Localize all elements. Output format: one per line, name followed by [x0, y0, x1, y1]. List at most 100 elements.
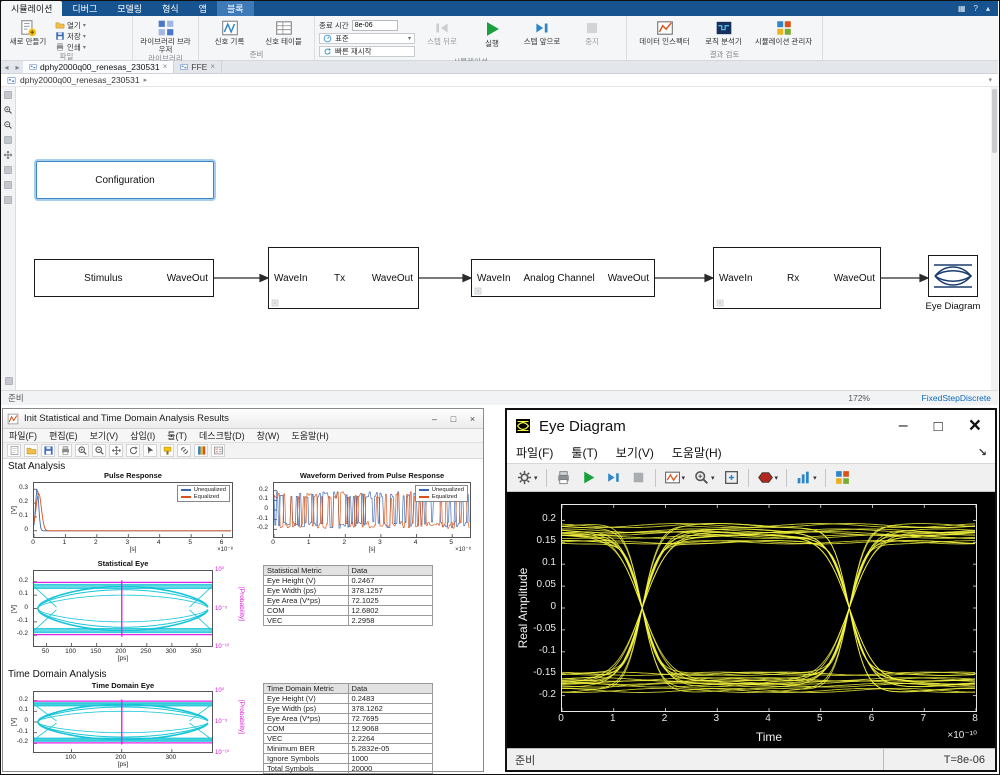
library-browser-button[interactable]: 라이브러리 브라우저: [138, 18, 194, 54]
configuration-block[interactable]: Configuration: [36, 161, 214, 199]
analog-channel-block[interactable]: WaveIn Analog Channel WaveOut: [471, 259, 655, 297]
menu-item[interactable]: 도움말(H): [285, 429, 334, 442]
signal-table-button[interactable]: 신호 테이블: [259, 18, 309, 46]
close-tab-icon[interactable]: [210, 63, 215, 71]
maximize-icon[interactable]: [445, 412, 462, 426]
close-tab-icon[interactable]: [163, 63, 168, 71]
menu-item[interactable]: 툴(T): [161, 429, 193, 442]
save-button[interactable]: 저장: [55, 31, 86, 41]
pan-button[interactable]: [109, 444, 123, 457]
canvas-vertical-scrollbar[interactable]: [991, 87, 998, 390]
help-icon[interactable]: [974, 5, 978, 13]
breadcrumb[interactable]: dphy2000q00_renesas_230531: [1, 74, 998, 87]
hide-browser-icon[interactable]: [3, 90, 13, 100]
open-button[interactable]: 열기: [55, 20, 86, 30]
toolstrip-tab[interactable]: 디버그: [62, 1, 107, 16]
open-button[interactable]: [24, 444, 38, 457]
step-forward-button[interactable]: 스텝 앞으로: [519, 18, 565, 46]
menu-item[interactable]: 파일(F): [507, 444, 562, 461]
statistical-eye-plot[interactable]: Statistical Eye50100150200250300350-0.2-…: [7, 559, 249, 665]
zoom-in-button[interactable]: [75, 444, 89, 457]
toolstrip-tab[interactable]: 시뮬레이션: [1, 1, 62, 16]
menu-item[interactable]: 편집(E): [43, 429, 84, 442]
scrollbar-thumb[interactable]: [992, 89, 997, 153]
menu-item[interactable]: 보기(V): [607, 444, 663, 461]
close-icon[interactable]: [969, 414, 981, 438]
step-back-button[interactable]: 스텝 뒤로: [419, 18, 465, 46]
tab-nav-back-icon[interactable]: [1, 61, 12, 73]
model-canvas[interactable]: Configuration Stimulus WaveOut WaveIn Tx…: [16, 87, 991, 390]
step-forward-button[interactable]: [602, 466, 625, 489]
histogram-button[interactable]: [792, 466, 820, 489]
toolstrip-tab[interactable]: 앱: [189, 1, 217, 16]
collapse-ribbon-icon[interactable]: ▴: [986, 5, 990, 13]
pulse-response-plot[interactable]: Pulse ResponseUnequalizedEqualized012345…: [7, 471, 241, 555]
print-button[interactable]: [552, 466, 575, 489]
eye-diagram-plot[interactable]: 012345678-0.2-0.15-0.1-0.0500.050.10.150…: [507, 492, 995, 748]
model-browser-icon[interactable]: [4, 376, 14, 386]
new-figure-button[interactable]: [7, 444, 21, 457]
link-button[interactable]: [177, 444, 191, 457]
layout-icon[interactable]: ▦: [958, 5, 966, 13]
eye-mask-button[interactable]: [754, 466, 782, 489]
toolstrip-tab[interactable]: 모델링: [107, 1, 152, 16]
data-inspector-button[interactable]: 데이터 인스펙터: [636, 18, 694, 46]
run-button[interactable]: 실행: [469, 18, 515, 48]
rx-block[interactable]: WaveIn Rx WaveOut: [713, 247, 881, 309]
print-button[interactable]: 인쇄: [55, 42, 86, 52]
rotate-button[interactable]: [126, 444, 140, 457]
menu-item[interactable]: 파일(F): [3, 429, 43, 442]
fit-view-icon[interactable]: [3, 135, 13, 145]
breadcrumb-options-icon[interactable]: [988, 76, 992, 84]
minimize-icon[interactable]: [426, 412, 443, 426]
fast-restart-toggle[interactable]: 빠른 재시작: [319, 46, 415, 57]
save-button[interactable]: [41, 444, 55, 457]
zoom-button[interactable]: [690, 466, 718, 489]
stop-time-input[interactable]: [352, 20, 398, 31]
tx-block[interactable]: WaveIn Tx WaveOut: [268, 247, 419, 309]
menu-item[interactable]: 삽입(I): [124, 429, 161, 442]
log-signals-button[interactable]: 신호 기록: [205, 18, 255, 46]
maximize-icon[interactable]: [934, 418, 943, 435]
simulation-manager-button[interactable]: 시뮬레이션 관리자: [754, 18, 814, 46]
brush-button[interactable]: [160, 444, 174, 457]
new-model-button[interactable]: 새로 만들기: [5, 18, 51, 46]
settings-button[interactable]: [513, 466, 541, 489]
menu-item[interactable]: 창(W): [251, 429, 286, 442]
menu-item[interactable]: 보기(V): [84, 429, 125, 442]
minimize-icon[interactable]: [899, 417, 908, 435]
annotation-icon[interactable]: [3, 165, 13, 175]
dock-icon[interactable]: [978, 446, 987, 459]
stop-button[interactable]: 중지: [569, 18, 615, 46]
menu-item[interactable]: 툴(T): [562, 444, 606, 461]
subsystem-icon[interactable]: [3, 180, 13, 190]
toolstrip-tab[interactable]: 형식: [152, 1, 189, 16]
simulation-mode-select[interactable]: 표준: [319, 33, 415, 44]
status-solver[interactable]: FixedStepDiscrete: [922, 393, 991, 403]
autoscale-button[interactable]: [720, 466, 743, 489]
legend-button[interactable]: [211, 444, 225, 457]
eye-diagram-scope-block[interactable]: [928, 255, 978, 297]
stop-button[interactable]: [627, 466, 650, 489]
menu-item[interactable]: 도움말(H): [663, 444, 731, 461]
print-button[interactable]: [58, 444, 72, 457]
document-tab[interactable]: dphy2000q00_renesas_230531: [23, 61, 174, 73]
waveform-plot[interactable]: Waveform Derived from Pulse ResponseUneq…: [247, 471, 479, 555]
zoom-out-button[interactable]: [92, 444, 106, 457]
zoom-in-icon[interactable]: [3, 105, 13, 115]
data-cursor-button[interactable]: [143, 444, 157, 457]
toolstrip-tab[interactable]: 블록: [217, 1, 254, 16]
time-domain-eye-plot[interactable]: Time Domain Eye100200300-0.2-0.100.10.21…: [7, 681, 249, 769]
colorbar-button[interactable]: [194, 444, 208, 457]
run-button[interactable]: [577, 466, 600, 489]
tab-nav-forward-icon[interactable]: [12, 61, 23, 73]
measurements-button[interactable]: [831, 466, 854, 489]
zoom-out-icon[interactable]: [3, 120, 13, 130]
pan-icon[interactable]: [3, 150, 13, 160]
signal-icon[interactable]: [3, 195, 13, 205]
document-tab[interactable]: FFE: [174, 61, 222, 73]
close-icon[interactable]: [464, 412, 481, 426]
menu-item[interactable]: 데스크탑(D): [193, 429, 251, 442]
stimulus-block[interactable]: Stimulus WaveOut: [34, 259, 214, 297]
logic-analyzer-button[interactable]: 로직 분석기: [698, 18, 750, 46]
